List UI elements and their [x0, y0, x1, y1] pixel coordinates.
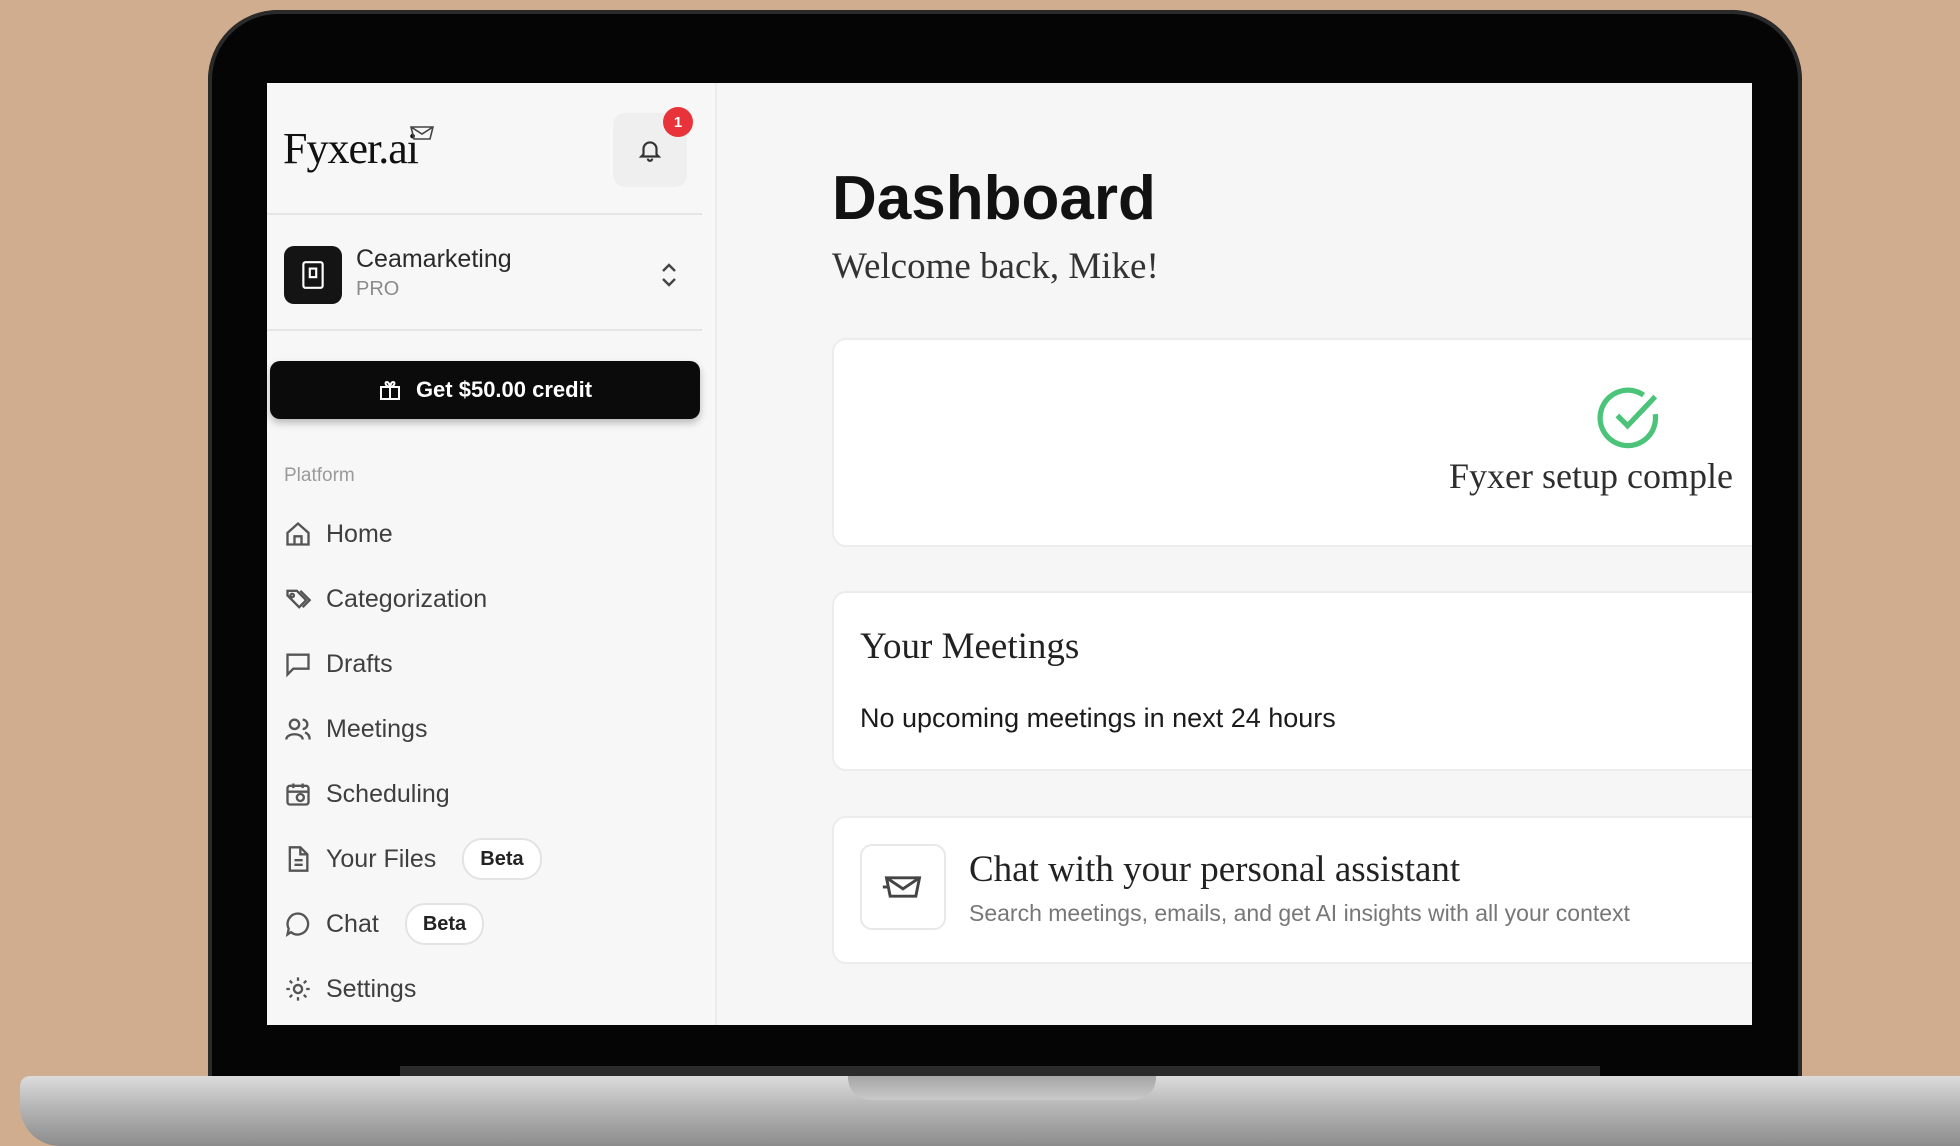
chat-card-title: Chat with your personal assistant	[969, 849, 1461, 890]
gift-icon	[379, 380, 400, 400]
check-circle-icon	[1597, 387, 1659, 449]
sidebar-item-label: Your Files	[326, 844, 437, 873]
divider	[267, 213, 702, 215]
meetings-card: Your Meetings No upcoming meetings in ne…	[832, 591, 1752, 771]
sidebar-item-categorization[interactable]: Categorization	[284, 579, 487, 619]
sidebar-item-label: Scheduling	[326, 779, 450, 808]
beta-badge: Beta	[404, 903, 485, 945]
building-icon	[302, 261, 324, 289]
tags-icon	[286, 589, 312, 609]
file-icon	[288, 846, 309, 872]
sidebar-item-chat[interactable]: Chat Beta	[284, 903, 485, 945]
bell-icon	[638, 141, 662, 162]
setup-status-card: Fyxer setup comple	[832, 338, 1752, 547]
page-title: Dashboard	[832, 164, 1156, 233]
sidebar-item-meetings[interactable]: Meetings	[284, 709, 427, 749]
sidebar-item-settings[interactable]: Settings	[284, 969, 416, 1009]
sidebar-item-label: Chat	[326, 909, 379, 938]
meetings-card-title: Your Meetings	[860, 626, 1080, 667]
get-credit-label: Get $50.00 credit	[415, 377, 593, 402]
org-name[interactable]: Ceamarketing	[356, 245, 512, 274]
logo-envelope-icon	[410, 126, 434, 140]
sidebar-item-your-files[interactable]: Your Files Beta	[284, 838, 542, 880]
users-icon	[285, 718, 311, 740]
sidebar-item-label: Home	[326, 519, 393, 548]
calendar-clock-icon	[286, 783, 310, 806]
sidebar-item-drafts[interactable]: Drafts	[284, 644, 393, 684]
sidebar-item-home[interactable]: Home	[284, 514, 393, 554]
sidebar-item-label: Drafts	[326, 649, 393, 678]
sidebar-item-label: Settings	[326, 974, 417, 1003]
gear-icon	[286, 977, 310, 1001]
sidebar-item-label: Meetings	[326, 714, 428, 743]
notification-badge: 1	[663, 107, 693, 137]
divider	[267, 329, 702, 331]
laptop-notch	[848, 1076, 1156, 1100]
app-screen: Fyxer.ai 1 Ceamarketing PRO Get $50.00 c…	[267, 83, 1752, 1025]
meetings-empty-text: No upcoming meetings in next 24 hours	[860, 703, 1336, 733]
chat-card-icon-box	[860, 844, 946, 930]
section-label-platform: Platform	[284, 465, 355, 486]
setup-status-text: Fyxer setup comple	[1449, 456, 1733, 496]
sidebar: Fyxer.ai 1 Ceamarketing PRO Get $50.00 c…	[267, 83, 717, 1025]
chevron-up-down-icon[interactable]	[659, 259, 679, 291]
home-icon	[286, 521, 310, 546]
get-credit-button[interactable]: Get $50.00 credit	[270, 361, 700, 419]
app-logo[interactable]: Fyxer.ai	[283, 123, 419, 174]
org-plan-badge: PRO	[356, 278, 400, 300]
message-square-icon	[286, 653, 310, 678]
sidebar-item-scheduling[interactable]: Scheduling	[284, 774, 450, 814]
envelope-icon	[882, 876, 922, 898]
chat-bubble-icon	[285, 912, 310, 938]
beta-badge: Beta	[462, 838, 542, 880]
chat-card-subtitle: Search meetings, emails, and get AI insi…	[969, 900, 1630, 926]
chat-assistant-card[interactable]: Chat with your personal assistant Search…	[832, 816, 1752, 964]
sidebar-item-label: Categorization	[326, 584, 488, 613]
org-avatar[interactable]	[284, 246, 342, 304]
welcome-message: Welcome back, Mike!	[832, 246, 1159, 287]
